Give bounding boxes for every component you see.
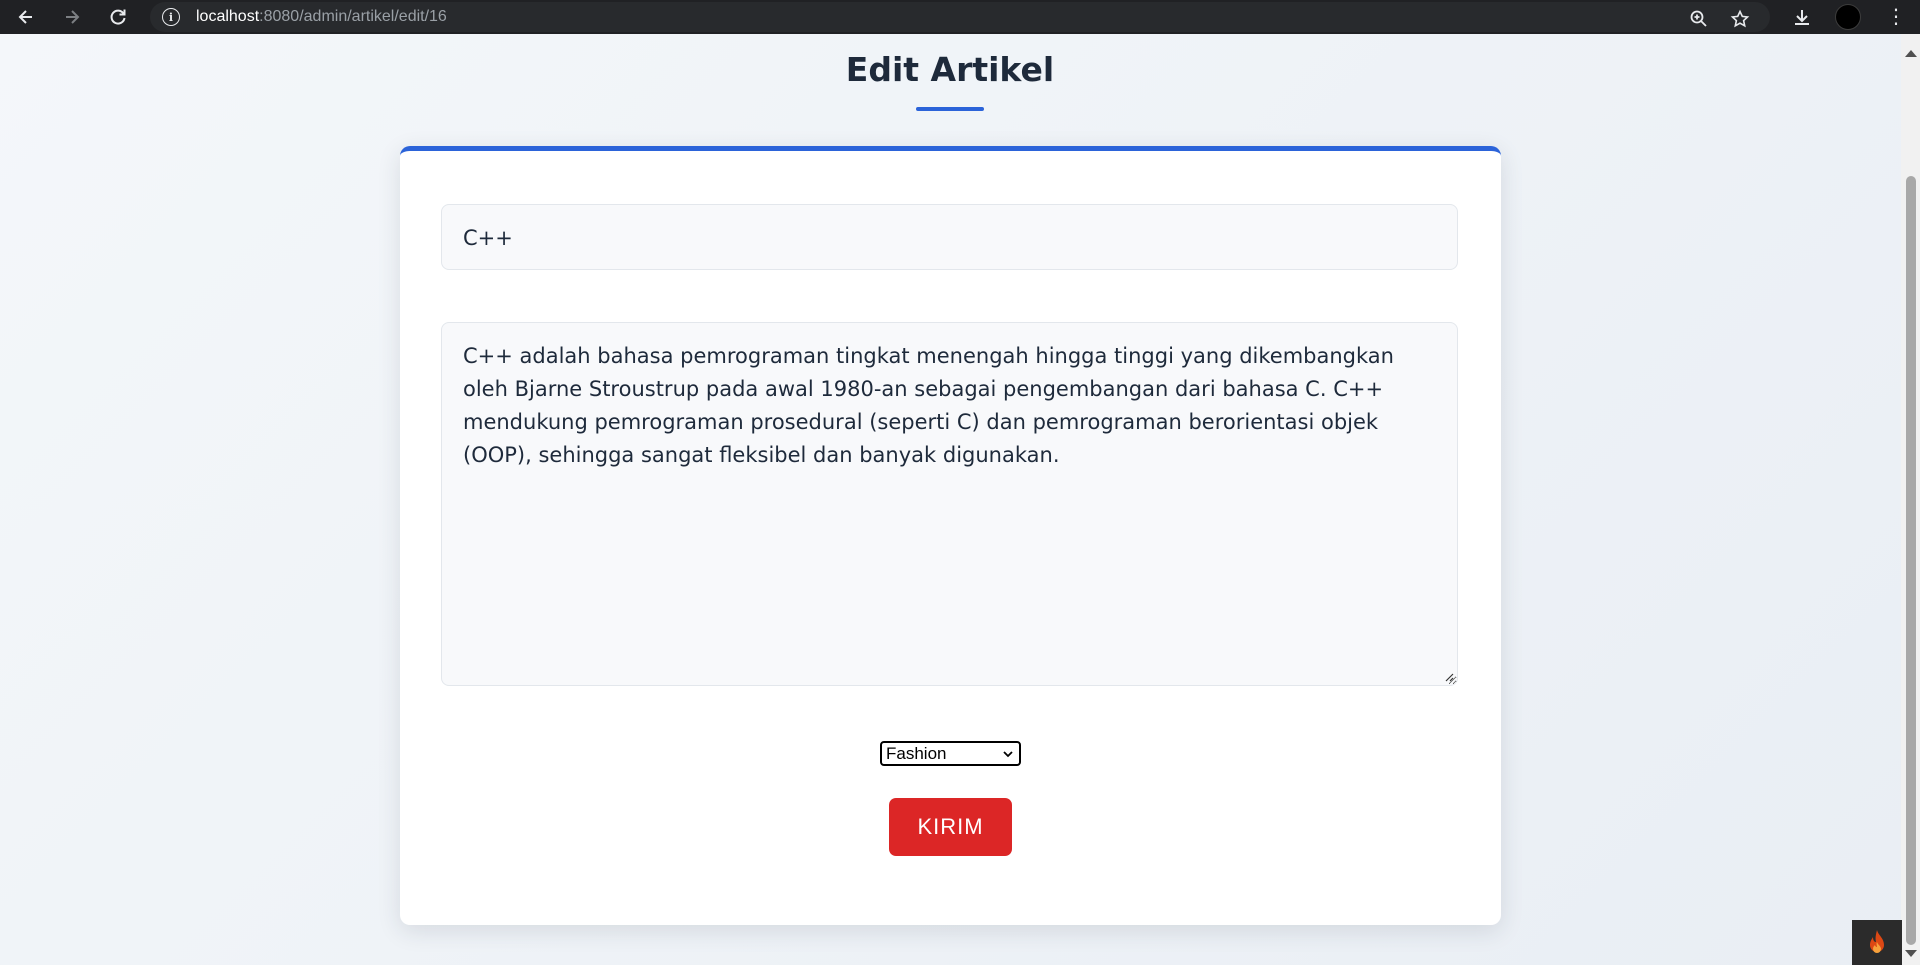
url-text[interactable]: localhost:8080/admin/artikel/edit/16 [196,8,447,26]
bookmark-star-icon[interactable] [1728,7,1752,31]
menu-dots-icon[interactable]: ⋮ [1886,5,1906,29]
download-icon[interactable] [1790,5,1814,29]
resize-grip-icon[interactable] [1444,672,1454,682]
edit-form-card: C++ C++ adalah bahasa pemrograman tingka… [400,146,1501,925]
debug-toolbar-button[interactable] [1852,920,1902,965]
browser-toolbar: i localhost:8080/admin/artikel/edit/16 ⋮ [0,0,1920,34]
url-host: localhost [196,8,260,25]
chevron-down-icon [1003,751,1013,758]
content-text: C++ adalah bahasa pemrograman tingkat me… [463,344,1394,467]
back-arrow-icon[interactable] [14,5,38,29]
address-bar[interactable]: i localhost:8080/admin/artikel/edit/16 [150,2,1770,32]
scroll-thumb[interactable] [1906,176,1916,945]
title-underline [916,107,984,111]
scroll-up-icon[interactable] [1905,50,1917,57]
submit-button[interactable]: KIRIM [889,798,1012,856]
page-scrollbar[interactable] [1901,34,1920,965]
title-input[interactable]: C++ [441,204,1458,270]
category-selected-value: Fashion [886,744,947,763]
site-info-icon[interactable]: i [162,8,180,26]
reload-icon[interactable] [106,5,130,29]
zoom-icon[interactable] [1687,7,1711,31]
url-path: :8080/admin/artikel/edit/16 [259,8,447,25]
content-textarea[interactable]: C++ adalah bahasa pemrograman tingkat me… [441,322,1458,686]
profile-avatar[interactable] [1835,4,1861,30]
forward-arrow-icon[interactable] [60,5,84,29]
category-select[interactable]: Fashion [880,741,1021,766]
flame-icon [1870,929,1884,953]
scroll-down-icon[interactable] [1905,950,1917,957]
page-title: Edit Artikel [845,50,1055,89]
